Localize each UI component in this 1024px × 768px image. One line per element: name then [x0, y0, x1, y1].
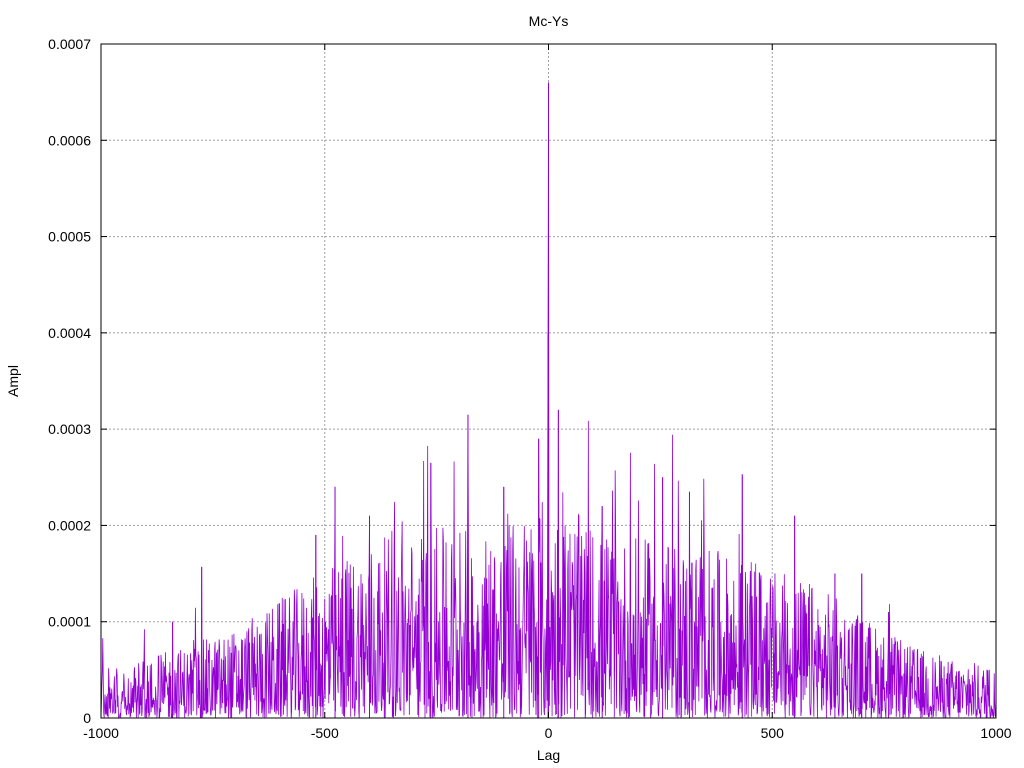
series-group: [100, 82, 997, 720]
chart: -1000 -500 0 500 1000 0 0.0001 0.0002 0.0003 0.00…: [5, 13, 1012, 763]
x-tick-label: -500: [311, 725, 339, 741]
y-tick-label: 0.0001: [48, 614, 91, 630]
x-tick-label: 0: [545, 725, 553, 741]
x-tick-label: 500: [761, 725, 785, 741]
y-tick-label: 0.0006: [48, 132, 91, 148]
chart-title: Mc-Ys: [529, 13, 569, 29]
x-axis-label: Lag: [537, 747, 560, 763]
y-tick-label: 0.0003: [48, 421, 91, 437]
y-tick-label: 0.0005: [48, 229, 91, 245]
y-axis-label: Ampl: [5, 365, 21, 397]
y-tick-label: 0.0007: [48, 36, 91, 52]
x-tick-label: -1000: [83, 725, 119, 741]
y-tick-label: 0.0002: [48, 517, 91, 533]
y-tick-label: 0.0004: [48, 325, 91, 341]
y-tick-label: 0: [83, 710, 91, 726]
x-tick-label: 1000: [980, 725, 1011, 741]
